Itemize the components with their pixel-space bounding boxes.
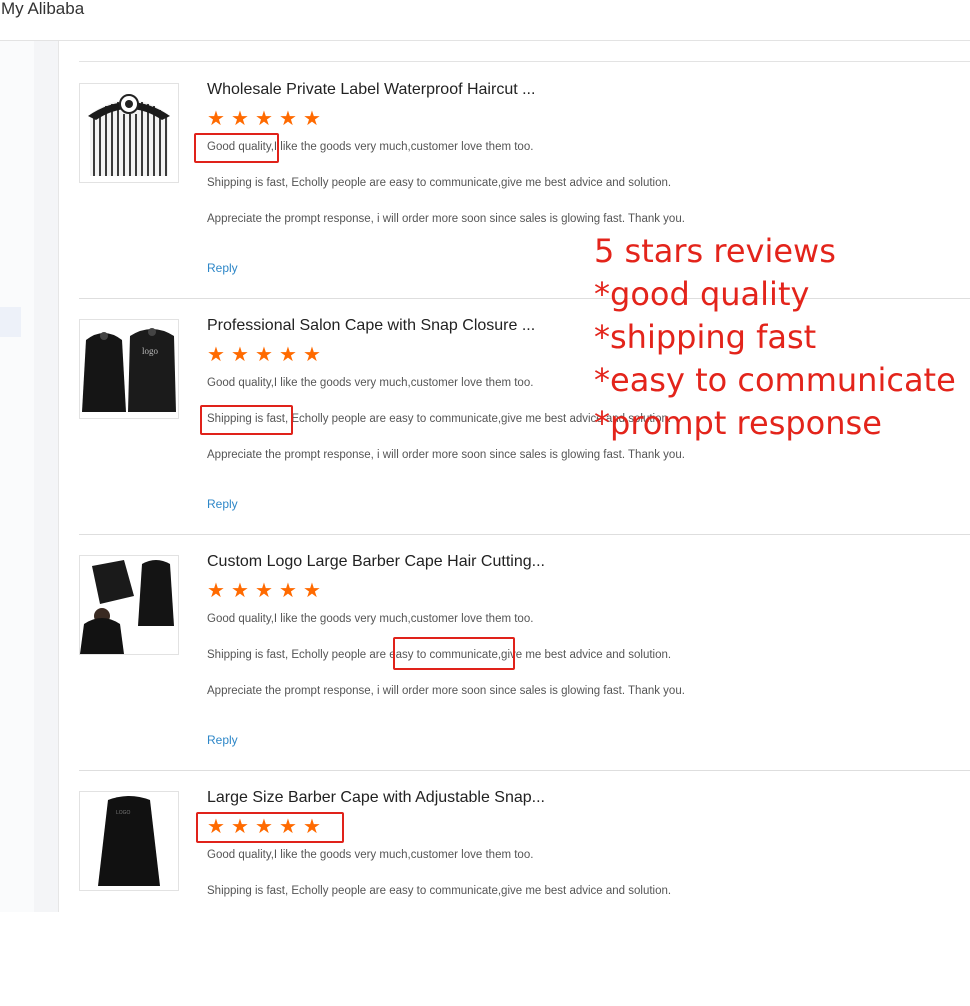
review-text-line: Good quality,I like the goods very much,… <box>207 613 534 625</box>
product-thumbnail[interactable] <box>79 83 179 183</box>
star-icon: ★ <box>303 580 322 602</box>
review-text-line: Good quality,I like the goods very much,… <box>207 849 534 861</box>
star-rating: ★ ★ ★ ★ ★ <box>207 109 327 129</box>
star-icon: ★ <box>279 580 298 602</box>
star-icon: ★ <box>303 816 322 838</box>
annotation-line: *prompt response <box>594 404 882 442</box>
review-text-line: Shipping is fast, Echolly people are eas… <box>207 177 672 189</box>
black-barber-cape-set-icon <box>80 556 178 654</box>
annotation-overlay: 5 stars reviews *good quality *shipping … <box>594 230 956 445</box>
star-icon: ★ <box>255 816 274 838</box>
product-thumbnail[interactable]: logo <box>79 319 179 419</box>
star-icon: ★ <box>231 344 250 366</box>
svg-text:LOGO: LOGO <box>116 810 131 816</box>
annotation-line: 5 stars reviews <box>594 232 836 270</box>
review-text-line: Good quality,I like the goods very much,… <box>207 141 534 153</box>
review-text-line: Shipping is fast, Echolly people are eas… <box>207 649 672 661</box>
product-title[interactable]: Professional Salon Cape with Snap Closur… <box>207 317 535 335</box>
star-icon: ★ <box>303 344 322 366</box>
review-item: LOGO Large Size Barber Cape with Adjusta… <box>79 770 970 1006</box>
svg-text:logo: logo <box>142 346 159 356</box>
star-icon: ★ <box>303 108 322 130</box>
star-icon: ★ <box>255 108 274 130</box>
star-icon: ★ <box>207 108 226 130</box>
page-title[interactable]: My Alibaba <box>1 0 84 19</box>
product-title[interactable]: Wholesale Private Label Waterproof Hairc… <box>207 81 535 99</box>
star-icon: ★ <box>231 580 250 602</box>
annotation-line: *shipping fast <box>594 318 817 356</box>
product-title[interactable]: Large Size Barber Cape with Adjustable S… <box>207 789 545 807</box>
review-text-line: Shipping is fast, Echolly people are eas… <box>207 885 672 897</box>
star-icon: ★ <box>231 108 250 130</box>
sidebar-active-item[interactable] <box>0 307 21 337</box>
star-icon: ★ <box>207 580 226 602</box>
reply-link[interactable]: Reply <box>207 733 238 747</box>
star-icon: ★ <box>279 344 298 366</box>
review-list: Wholesale Private Label Waterproof Hairc… <box>59 41 970 912</box>
star-rating: ★ ★ ★ ★ ★ <box>207 345 327 365</box>
large-black-cape-icon: LOGO <box>80 792 178 890</box>
black-cape-with-logo-icon: logo <box>80 320 178 418</box>
product-title[interactable]: Custom Logo Large Barber Cape Hair Cutti… <box>207 553 545 571</box>
star-icon: ★ <box>255 580 274 602</box>
star-icon: ★ <box>231 816 250 838</box>
star-icon: ★ <box>255 344 274 366</box>
star-icon: ★ <box>279 108 298 130</box>
striped-barber-cape-icon <box>80 84 178 182</box>
sidebar-gutter <box>34 41 59 912</box>
reply-link[interactable]: Reply <box>207 497 238 511</box>
review-text-line: Appreciate the prompt response, i will o… <box>207 449 685 461</box>
product-thumbnail[interactable] <box>79 555 179 655</box>
annotation-line: *good quality <box>594 275 810 313</box>
star-rating: ★ ★ ★ ★ ★ <box>207 581 327 601</box>
review-item: Custom Logo Large Barber Cape Hair Cutti… <box>79 534 970 771</box>
star-icon: ★ <box>207 344 226 366</box>
star-icon: ★ <box>207 816 226 838</box>
top-header: My Alibaba <box>0 0 970 41</box>
reply-link[interactable]: Reply <box>207 261 238 275</box>
review-text-line: Appreciate the prompt response, i will o… <box>207 685 685 697</box>
review-text-line: Appreciate the prompt response, i will o… <box>207 213 685 225</box>
star-icon: ★ <box>279 816 298 838</box>
star-rating: ★ ★ ★ ★ ★ <box>207 817 327 837</box>
product-thumbnail[interactable]: LOGO <box>79 791 179 891</box>
annotation-line: *easy to communicate <box>594 361 956 399</box>
left-sidebar <box>0 41 34 912</box>
review-text-line: Good quality,I like the goods very much,… <box>207 377 534 389</box>
